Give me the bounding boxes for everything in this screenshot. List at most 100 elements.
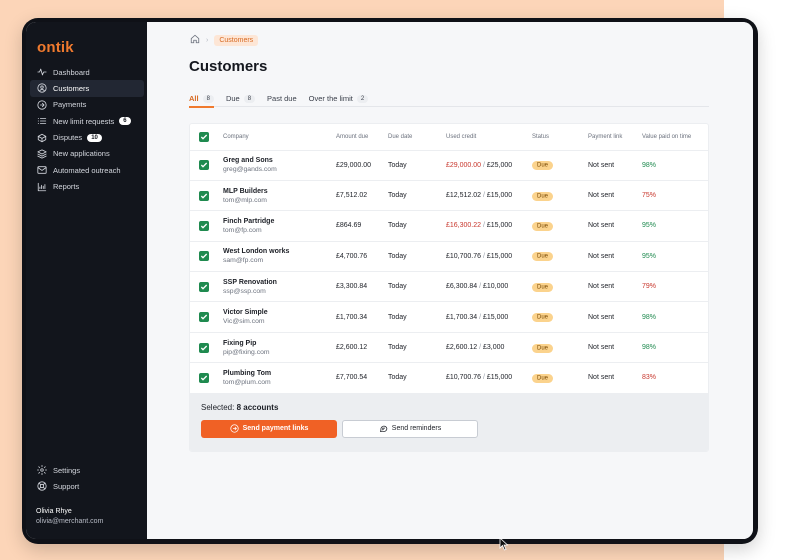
company-email: Vic@sim.com bbox=[223, 318, 265, 326]
payment-link-cell: Not sent bbox=[588, 150, 642, 181]
arrow-circle-icon bbox=[230, 424, 239, 433]
table-row[interactable]: Plumbing Tom tom@plum.com £7,700.54 Today £1… bbox=[190, 362, 708, 394]
sidebar-item-disputes[interactable]: Disputes 10 bbox=[30, 130, 144, 146]
row-checkbox[interactable] bbox=[199, 160, 209, 171]
sidebar-item-label: Settings bbox=[53, 465, 81, 475]
sidebar-item-dashboard[interactable]: Dashboard bbox=[30, 64, 144, 80]
credit-limit-value: £15,000 bbox=[486, 252, 513, 260]
header-company[interactable]: Company bbox=[223, 124, 336, 151]
used-credit-value: £12,512.02 bbox=[446, 192, 482, 200]
user-profile[interactable]: Olivia Rhye olivia@merchant.com bbox=[36, 507, 103, 527]
amount-due-cell: £4,700.76 bbox=[336, 241, 388, 273]
company-cell: West London works sam@fp.com bbox=[223, 241, 336, 273]
sidebar-item-settings[interactable]: Settings bbox=[30, 462, 144, 478]
sidebar-item-new-limit-requests[interactable]: New limit requests 6 bbox=[30, 113, 144, 129]
row-checkbox[interactable] bbox=[199, 372, 209, 383]
mail-icon bbox=[37, 165, 53, 175]
user-name: Olivia Rhye bbox=[36, 508, 72, 515]
used-credit-cell: £10,700.76 / £15,000 bbox=[446, 241, 532, 273]
sidebar-item-new-applications[interactable]: New applications bbox=[30, 146, 144, 162]
company-cell: Plumbing Tom tom@plum.com bbox=[223, 362, 336, 394]
row-checkbox[interactable] bbox=[199, 190, 209, 201]
company-name[interactable]: Victor Simple bbox=[223, 309, 336, 316]
sidebar-item-support[interactable]: Support bbox=[30, 478, 144, 494]
status-cell: Due bbox=[532, 271, 588, 303]
customers-table: Company Amount due Due date Used credit … bbox=[190, 124, 708, 394]
sidebar: ontik Dashboard Customers Payments New limi… bbox=[26, 22, 147, 539]
table-row[interactable]: MLP Builders tom@mlp.com £7,512.02 Today £12… bbox=[190, 180, 708, 212]
company-name[interactable]: Finch Partridge bbox=[223, 218, 336, 225]
sidebar-item-label: New limit requests bbox=[53, 116, 115, 126]
amount-due-cell: £7,512.02 bbox=[336, 180, 388, 212]
tab-count-badge: 8 bbox=[243, 94, 256, 103]
company-name[interactable]: SSP Renovation bbox=[223, 279, 336, 286]
table-row[interactable]: Victor Simple Vic@sim.com £1,700.34 Today £1… bbox=[190, 301, 708, 333]
header-status[interactable]: Status bbox=[532, 124, 588, 151]
tab-due[interactable]: Due 8 bbox=[226, 91, 256, 107]
row-checkbox[interactable] bbox=[199, 220, 209, 231]
send-reminders-button[interactable]: Send reminders bbox=[342, 419, 478, 438]
sidebar-item-customers[interactable]: Customers bbox=[30, 80, 144, 97]
company-email: pip@fixing.com bbox=[223, 348, 270, 356]
table-row[interactable]: Finch Partridge tom@fp.com £864.69 Today £16… bbox=[190, 210, 708, 242]
status-cell: Due bbox=[532, 180, 588, 212]
main-content: › Customers Customers All 8 Due 8 Past due Ov… bbox=[147, 22, 753, 539]
tab-all[interactable]: All 8 bbox=[189, 91, 214, 108]
sidebar-item-label: Dashboard bbox=[53, 67, 90, 77]
status-cell: Due bbox=[532, 210, 588, 242]
row-checkbox[interactable] bbox=[199, 312, 209, 323]
send-payment-links-button[interactable]: Send payment links bbox=[201, 419, 337, 438]
breadcrumb-current[interactable]: Customers bbox=[214, 34, 259, 46]
used-credit-cell: £1,700.34 / £15,000 bbox=[446, 301, 532, 333]
company-name[interactable]: Fixing Pip bbox=[223, 340, 336, 347]
company-name[interactable]: Plumbing Tom bbox=[223, 370, 336, 377]
status-badge: Due bbox=[532, 313, 554, 323]
tab-over-the-limit[interactable]: Over the limit 2 bbox=[309, 91, 369, 107]
payment-link-cell: Not sent bbox=[588, 301, 642, 333]
credit-limit-value: £25,000 bbox=[486, 161, 513, 169]
used-credit-value: £2,600.12 bbox=[446, 344, 478, 352]
pulse-icon bbox=[37, 67, 53, 77]
company-name[interactable]: West London works bbox=[223, 248, 336, 255]
sidebar-item-payments[interactable]: Payments bbox=[30, 97, 144, 113]
payment-link-cell: Not sent bbox=[588, 180, 642, 212]
table-row[interactable]: Greg and Sons greg@gands.com £29,000.00 Tod… bbox=[190, 150, 708, 181]
header-due-date[interactable]: Due date bbox=[388, 124, 446, 151]
table-row[interactable]: SSP Renovation ssp@ssp.com £3,300.84 Today £… bbox=[190, 271, 708, 303]
used-credit-value: £10,700.76 bbox=[446, 252, 482, 260]
value-paid-cell: 79% bbox=[642, 271, 708, 303]
payment-link-cell: Not sent bbox=[588, 241, 642, 273]
table-row[interactable]: West London works sam@fp.com £4,700.76 Toda… bbox=[190, 241, 708, 273]
credit-limit-value: £10,000 bbox=[483, 283, 509, 291]
select-all-checkbox[interactable] bbox=[199, 131, 209, 142]
company-name[interactable]: MLP Builders bbox=[223, 188, 336, 195]
due-date-cell: Today bbox=[388, 271, 446, 303]
used-credit-cell: £6,300.84 / £10,000 bbox=[446, 271, 532, 303]
header-used-credit[interactable]: Used credit bbox=[446, 124, 532, 151]
company-cell: SSP Renovation ssp@ssp.com bbox=[223, 271, 336, 303]
company-email: ssp@ssp.com bbox=[223, 287, 266, 295]
selection-label: Selected: bbox=[201, 402, 235, 412]
header-payment-link[interactable]: Payment link bbox=[588, 124, 642, 151]
payment-link-cell: Not sent bbox=[588, 362, 642, 394]
status-badge: Due bbox=[532, 373, 554, 383]
count-badge: 6 bbox=[119, 117, 131, 126]
status-badge: Due bbox=[532, 161, 554, 171]
sidebar-item-automated-outreach[interactable]: Automated outreach bbox=[30, 162, 144, 178]
customers-table-card: Company Amount due Due date Used credit … bbox=[189, 123, 709, 452]
app-logo: ontik bbox=[37, 39, 74, 56]
sidebar-item-reports[interactable]: Reports bbox=[30, 179, 144, 195]
tab-past-due[interactable]: Past due bbox=[267, 91, 297, 107]
header-amount-due[interactable]: Amount due bbox=[336, 124, 388, 151]
header-value-paid[interactable]: Value paid on time bbox=[642, 124, 708, 151]
row-checkbox[interactable] bbox=[199, 342, 209, 353]
row-checkbox[interactable] bbox=[199, 251, 209, 262]
company-cell: Finch Partridge tom@fp.com bbox=[223, 210, 336, 242]
home-icon[interactable] bbox=[190, 34, 200, 46]
table-body: Greg and Sons greg@gands.com £29,000.00 Tod… bbox=[190, 150, 708, 394]
value-paid-cell: 83% bbox=[642, 362, 708, 394]
table-row[interactable]: Fixing Pip pip@fixing.com £2,600.12 Today £2… bbox=[190, 332, 708, 364]
company-name[interactable]: Greg and Sons bbox=[223, 157, 336, 164]
sidebar-nav: Dashboard Customers Payments New limit requ… bbox=[30, 64, 144, 195]
row-checkbox[interactable] bbox=[199, 281, 209, 292]
